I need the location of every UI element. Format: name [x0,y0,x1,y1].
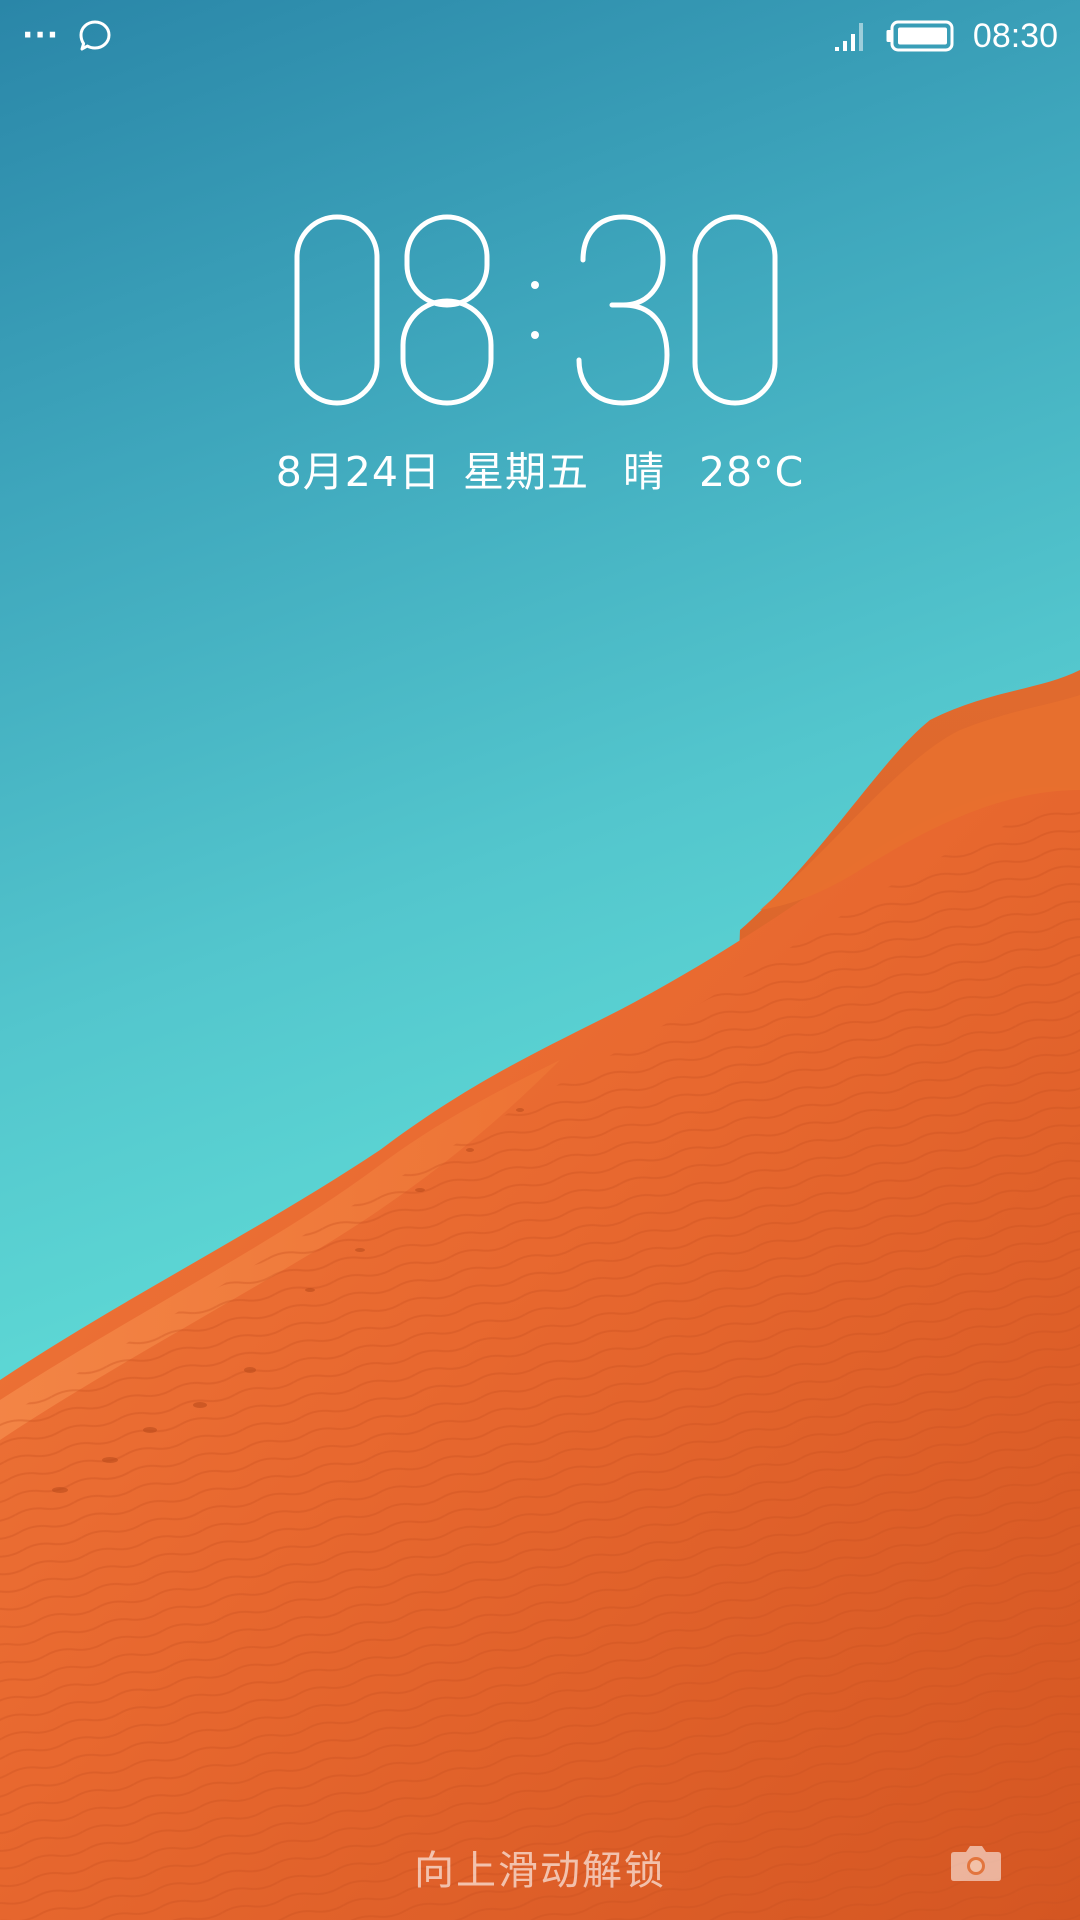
weekday-text: 星期五 [462,448,589,496]
status-bar-time: 08:30 [972,17,1058,55]
battery-icon [886,20,954,52]
chat-bubble-icon [79,20,111,51]
camera-icon[interactable] [950,1844,1002,1882]
clock-digits [294,214,778,406]
temperature-text: 28°C [698,448,805,496]
signal-icon [834,23,863,51]
weather-text: 晴 [622,448,665,496]
swipe-up-unlock-hint[interactable]: 向上滑动解锁 [0,1838,1080,1896]
more-dots-icon: ··· [22,18,60,53]
date-weather-line: 8月24日 星期五晴 28°C [0,438,1080,498]
date-text: 8月24日 [275,448,441,496]
lockscreen-clock: 08 30 [0,210,1080,410]
lock-screen[interactable]: ··· 08:30 8月24日 星期五 晴 28°C 向上滑动解锁 [0,0,1080,1920]
status-bar: ··· 08:30 [0,0,1080,72]
